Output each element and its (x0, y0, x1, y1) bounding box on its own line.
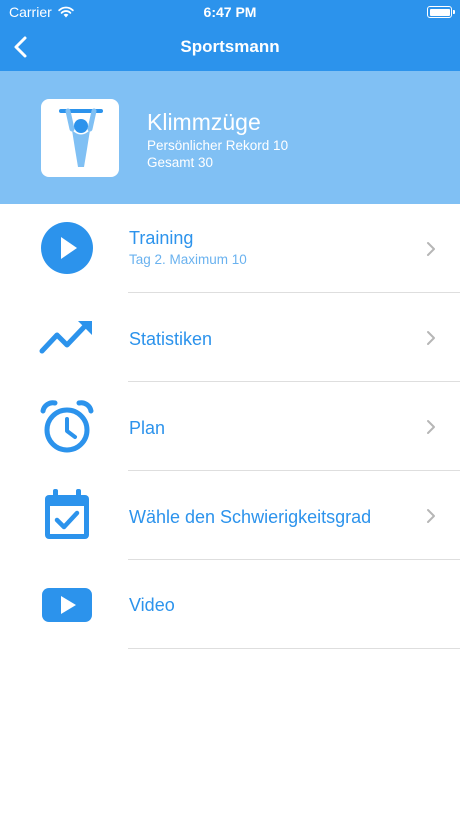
screen: Carrier 6:47 PM Sportsmann Klimmzüge Per… (0, 0, 460, 818)
navigation-bar: Sportsmann (0, 24, 460, 71)
chevron-right-icon (427, 509, 435, 523)
personal-record: Persönlicher Rekord 10 (147, 138, 289, 153)
pull-up-icon (41, 99, 119, 177)
calendar-check-icon (45, 489, 89, 539)
divider (128, 648, 460, 649)
chevron-right-icon (427, 242, 435, 256)
exercise-header: Klimmzüge Persönlicher Rekord 10 Gesamt … (0, 71, 460, 204)
exercise-name: Klimmzüge (147, 109, 261, 135)
chevron-right-icon (427, 420, 435, 434)
menu-item-label: Video (129, 595, 175, 615)
menu-item-label: Wähle den Schwierigkeitsgrad (129, 507, 372, 527)
status-bar: Carrier 6:47 PM (0, 0, 460, 24)
menu-item-sublabel: Tag 2. Maximum 10 (129, 252, 247, 267)
menu-item-difficulty[interactable]: Wähle den Schwierigkeitsgrad (0, 471, 460, 560)
menu-item-statistics[interactable]: Statistiken (0, 293, 460, 382)
menu-item-training[interactable]: Training Tag 2. Maximum 10 (0, 204, 460, 293)
play-circle-icon (41, 222, 93, 274)
menu-item-label: Training (129, 228, 194, 248)
top-bar: Carrier 6:47 PM Sportsmann (0, 0, 460, 71)
menu-item-plan[interactable]: Plan (0, 382, 460, 471)
total-count: Gesamt 30 (147, 155, 214, 170)
menu-item-label: Statistiken (129, 329, 213, 349)
video-play-icon (42, 588, 92, 622)
page-title: Sportsmann (180, 37, 280, 56)
chevron-right-icon (427, 331, 435, 345)
menu-item-label: Plan (129, 418, 166, 438)
menu-item-video[interactable]: Video (0, 560, 460, 649)
alarm-clock-icon (40, 400, 94, 453)
battery-icon (427, 6, 455, 18)
trending-up-icon (39, 321, 92, 354)
status-time: 6:47 PM (203, 4, 257, 20)
